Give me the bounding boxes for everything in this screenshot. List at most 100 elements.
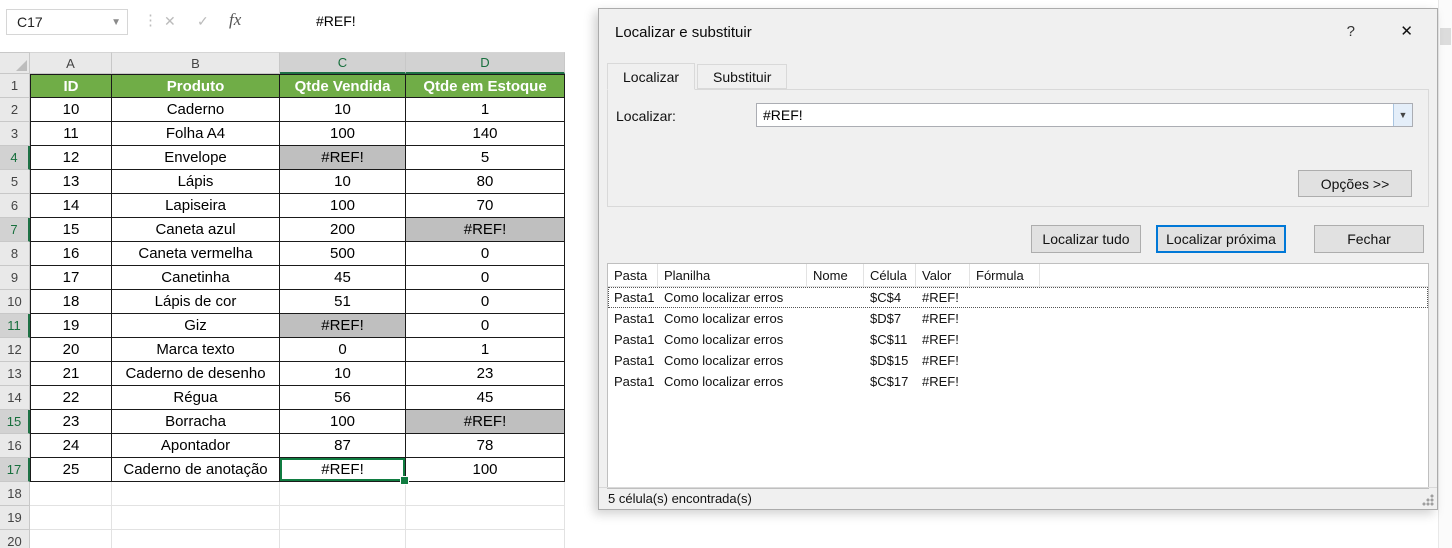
- cell-A2[interactable]: 10: [30, 98, 112, 122]
- results-column-header-4[interactable]: Valor: [916, 264, 970, 286]
- cell-B1[interactable]: Produto: [112, 74, 280, 98]
- cell-B14[interactable]: Régua: [112, 386, 280, 410]
- cell-B18[interactable]: [112, 482, 280, 506]
- cell-D13[interactable]: 23: [406, 362, 565, 386]
- cell-B13[interactable]: Caderno de desenho: [112, 362, 280, 386]
- column-header-C[interactable]: C: [280, 52, 406, 74]
- cell-C1[interactable]: Qtde Vendida: [280, 74, 406, 98]
- cell-B19[interactable]: [112, 506, 280, 530]
- row-header-2[interactable]: 2: [0, 98, 30, 122]
- formula-input[interactable]: #REF!: [316, 13, 356, 29]
- row-header-14[interactable]: 14: [0, 386, 30, 410]
- cell-D16[interactable]: 78: [406, 434, 565, 458]
- cell-A16[interactable]: 24: [30, 434, 112, 458]
- cell-C16[interactable]: 87: [280, 434, 406, 458]
- cell-A8[interactable]: 16: [30, 242, 112, 266]
- cell-C12[interactable]: 0: [280, 338, 406, 362]
- cell-A19[interactable]: [30, 506, 112, 530]
- row-header-15[interactable]: 15: [0, 410, 30, 434]
- row-header-10[interactable]: 10: [0, 290, 30, 314]
- cell-B5[interactable]: Lápis: [112, 170, 280, 194]
- row-header-8[interactable]: 8: [0, 242, 30, 266]
- row-header-6[interactable]: 6: [0, 194, 30, 218]
- cell-A11[interactable]: 19: [30, 314, 112, 338]
- cell-A7[interactable]: 15: [30, 218, 112, 242]
- row-header-16[interactable]: 16: [0, 434, 30, 458]
- cell-C2[interactable]: 10: [280, 98, 406, 122]
- find-input[interactable]: #REF! ▼: [756, 103, 1413, 127]
- cell-D9[interactable]: 0: [406, 266, 565, 290]
- row-header-19[interactable]: 19: [0, 506, 30, 530]
- cell-B20[interactable]: [112, 530, 280, 548]
- cell-A6[interactable]: 14: [30, 194, 112, 218]
- cell-A9[interactable]: 17: [30, 266, 112, 290]
- cell-B15[interactable]: Borracha: [112, 410, 280, 434]
- enter-icon[interactable]: ✓: [197, 13, 209, 30]
- cell-B7[interactable]: Caneta azul: [112, 218, 280, 242]
- cell-A18[interactable]: [30, 482, 112, 506]
- cell-B9[interactable]: Canetinha: [112, 266, 280, 290]
- help-icon[interactable]: ?: [1347, 23, 1355, 40]
- cell-C4[interactable]: #REF!: [280, 146, 406, 170]
- cell-B8[interactable]: Caneta vermelha: [112, 242, 280, 266]
- row-header-18[interactable]: 18: [0, 482, 30, 506]
- cell-A12[interactable]: 20: [30, 338, 112, 362]
- cell-D14[interactable]: 45: [406, 386, 565, 410]
- cell-B4[interactable]: Envelope: [112, 146, 280, 170]
- cell-A10[interactable]: 18: [30, 290, 112, 314]
- results-column-header-1[interactable]: Planilha: [658, 264, 807, 286]
- cell-C11[interactable]: #REF!: [280, 314, 406, 338]
- row-header-17[interactable]: 17: [0, 458, 30, 482]
- cell-C6[interactable]: 100: [280, 194, 406, 218]
- row-header-5[interactable]: 5: [0, 170, 30, 194]
- cell-C8[interactable]: 500: [280, 242, 406, 266]
- cell-D4[interactable]: 5: [406, 146, 565, 170]
- combo-dropdown-icon[interactable]: ▼: [1393, 104, 1412, 126]
- row-header-20[interactable]: 20: [0, 530, 30, 548]
- select-all-button[interactable]: [0, 52, 30, 74]
- close-button[interactable]: Fechar: [1314, 225, 1424, 253]
- results-column-header-3[interactable]: Célula: [864, 264, 916, 286]
- cell-C7[interactable]: 200: [280, 218, 406, 242]
- row-header-9[interactable]: 9: [0, 266, 30, 290]
- cell-B6[interactable]: Lapiseira: [112, 194, 280, 218]
- cell-B17[interactable]: Caderno de anotação: [112, 458, 280, 482]
- column-header-D[interactable]: D: [406, 52, 565, 74]
- cell-B2[interactable]: Caderno: [112, 98, 280, 122]
- options-button[interactable]: Opções >>: [1298, 170, 1412, 197]
- cancel-icon[interactable]: ✕: [164, 13, 176, 30]
- result-row[interactable]: Pasta1Como localizar erros$D$7#REF!: [608, 308, 1428, 329]
- cell-D10[interactable]: 0: [406, 290, 565, 314]
- fill-handle[interactable]: [400, 476, 409, 485]
- cell-A15[interactable]: 23: [30, 410, 112, 434]
- tab-substituir[interactable]: Substituir: [697, 64, 787, 89]
- cell-D17[interactable]: 100: [406, 458, 565, 482]
- cell-D12[interactable]: 1: [406, 338, 565, 362]
- close-icon[interactable]: ✕: [1400, 22, 1413, 40]
- cell-A13[interactable]: 21: [30, 362, 112, 386]
- cell-D7[interactable]: #REF!: [406, 218, 565, 242]
- cell-D1[interactable]: Qtde em Estoque: [406, 74, 565, 98]
- row-header-12[interactable]: 12: [0, 338, 30, 362]
- cell-A3[interactable]: 11: [30, 122, 112, 146]
- results-column-header-2[interactable]: Nome: [807, 264, 864, 286]
- cell-C10[interactable]: 51: [280, 290, 406, 314]
- row-header-7[interactable]: 7: [0, 218, 30, 242]
- cell-D15[interactable]: #REF!: [406, 410, 565, 434]
- insert-function-icon[interactable]: fx: [229, 10, 241, 30]
- scrollbar-thumb[interactable]: [1440, 28, 1451, 45]
- cell-C19[interactable]: [280, 506, 406, 530]
- row-header-1[interactable]: 1: [0, 74, 30, 98]
- cell-D18[interactable]: [406, 482, 565, 506]
- cell-C5[interactable]: 10: [280, 170, 406, 194]
- cell-A20[interactable]: [30, 530, 112, 548]
- results-column-header-5[interactable]: Fórmula: [970, 264, 1040, 286]
- cell-B10[interactable]: Lápis de cor: [112, 290, 280, 314]
- cell-A17[interactable]: 25: [30, 458, 112, 482]
- cell-D3[interactable]: 140: [406, 122, 565, 146]
- tab-localizar[interactable]: Localizar: [607, 63, 695, 90]
- result-row[interactable]: Pasta1Como localizar erros$C$4#REF!: [608, 287, 1428, 308]
- cell-C20[interactable]: [280, 530, 406, 548]
- cell-D8[interactable]: 0: [406, 242, 565, 266]
- cell-C18[interactable]: [280, 482, 406, 506]
